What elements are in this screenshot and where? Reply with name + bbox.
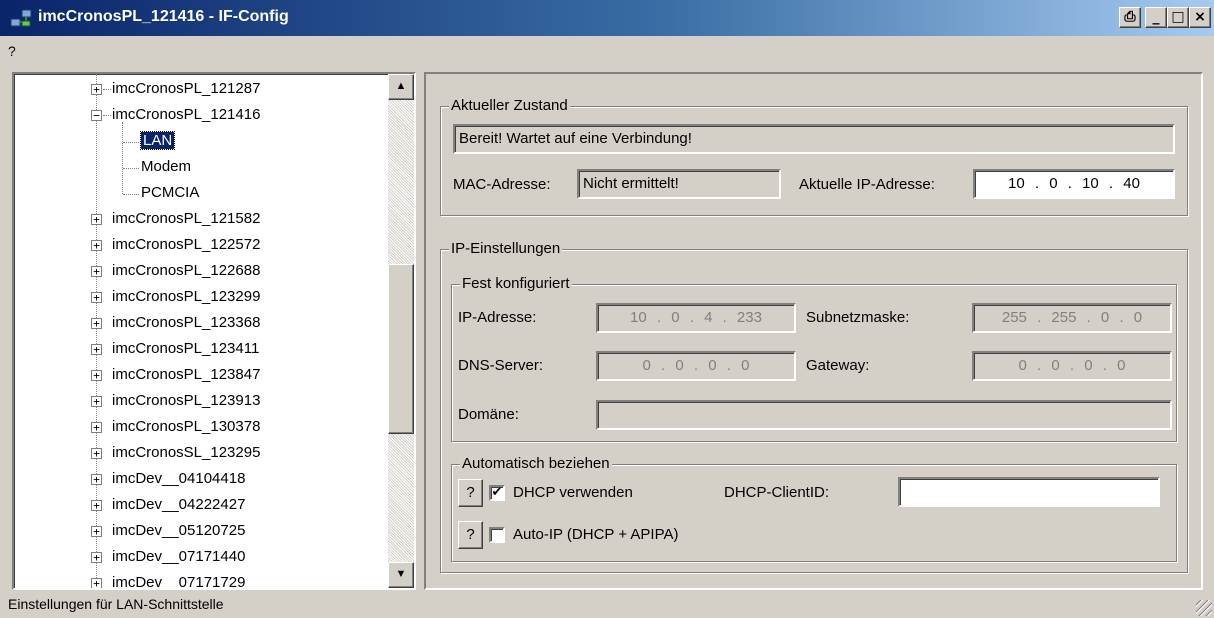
connection-status-field: Bereit! Wartet auf eine Verbindung!	[453, 124, 1175, 154]
ip-settings-legend: IP-Einstellungen	[449, 240, 563, 258]
tree-node[interactable]: imcCronosPL_123411	[112, 339, 259, 361]
maximize-button[interactable]: □	[1167, 7, 1189, 28]
current-ip-field: 10 . 0 . 10 . 40	[973, 169, 1175, 199]
current-state-group: Aktueller Zustand Bereit! Wartet auf ein…	[440, 97, 1188, 216]
gateway-field[interactable]: 0 . 0 . 0 . 0	[972, 351, 1172, 381]
mac-address-field: Nicht ermittelt!	[577, 169, 781, 199]
menu-help[interactable]: ?	[8, 43, 16, 59]
auto-config-group: Automatisch beziehen ? ✔ DHCP verwenden …	[451, 455, 1177, 562]
auto-config-legend: Automatisch beziehen	[460, 455, 612, 473]
expand-icon[interactable]: +	[91, 344, 102, 355]
expand-icon[interactable]: +	[91, 422, 102, 433]
dhcp-help-button[interactable]: ?	[458, 479, 483, 507]
tree-node[interactable]: imcCronosSL_123295	[112, 443, 260, 465]
expand-icon[interactable]: +	[91, 266, 102, 277]
device-tree[interactable]: + imcCronosPL_121287 − imcCronosPL_12141…	[12, 72, 416, 590]
minimize-button[interactable]: _	[1145, 7, 1167, 28]
ip-address-label: IP-Adresse:	[458, 309, 537, 326]
tree-node[interactable]: imcDev__07171729	[112, 573, 245, 588]
gateway-label: Gateway:	[806, 357, 870, 374]
tree-node[interactable]: imcCronosPL_123299	[112, 287, 260, 309]
expand-icon[interactable]: +	[91, 552, 102, 563]
expand-icon[interactable]: +	[91, 578, 102, 588]
expand-icon[interactable]: +	[91, 214, 102, 225]
static-config-group: Fest konfiguriert IP-Adresse: 10 . 0 . 4…	[451, 275, 1177, 442]
tree-node-modem[interactable]: Modem	[141, 157, 191, 179]
subnet-mask-field[interactable]: 255 . 255 . 0 . 0	[972, 303, 1172, 333]
expand-icon[interactable]: +	[91, 396, 102, 407]
tree-node[interactable]: imcDev__04104418	[112, 469, 245, 491]
dns-server-field[interactable]: 0 . 0 . 0 . 0	[596, 351, 796, 381]
tree-node[interactable]: imcCronosPL_123847	[112, 365, 260, 387]
expand-icon[interactable]: +	[91, 526, 102, 537]
dhcp-clientid-input[interactable]	[898, 477, 1160, 507]
autoip-help-button[interactable]: ?	[458, 521, 483, 549]
status-bar: Einstellungen für LAN-Schnittstelle	[0, 594, 1214, 618]
expand-icon[interactable]: +	[91, 292, 102, 303]
expand-icon[interactable]: +	[91, 370, 102, 381]
resize-grip-icon[interactable]	[1196, 600, 1212, 616]
tree-node[interactable]: imcDev__04222427	[112, 495, 245, 517]
menu-bar: ?	[0, 42, 1214, 64]
autoip-label: Auto-IP (DHCP + APIPA)	[513, 526, 679, 543]
tree-scrollbar[interactable]: ▲ ▼	[388, 74, 414, 588]
expand-icon[interactable]: +	[91, 474, 102, 485]
collapse-icon[interactable]: −	[91, 110, 102, 121]
autoip-checkbox[interactable]	[489, 527, 505, 543]
scroll-up-button[interactable]: ▲	[388, 74, 414, 100]
tree-node[interactable]: imcCronosPL_123913	[112, 391, 260, 413]
domain-field[interactable]	[596, 400, 1172, 430]
scroll-thumb[interactable]	[388, 264, 414, 434]
dns-label: DNS-Server:	[458, 357, 544, 374]
expand-icon[interactable]: +	[91, 448, 102, 459]
expand-icon[interactable]: +	[91, 84, 102, 95]
scroll-down-button[interactable]: ▼	[388, 562, 414, 588]
tree-node[interactable]: imcDev__07171440	[112, 547, 245, 569]
dhcp-checkbox[interactable]: ✔	[489, 485, 505, 501]
tree-node-pcmcia[interactable]: PCMCIA	[141, 183, 199, 205]
tree-node[interactable]: imcDev__05120725	[112, 521, 245, 543]
tree-line	[122, 122, 123, 194]
current-state-legend: Aktueller Zustand	[449, 97, 570, 115]
subnet-label: Subnetzmaske:	[806, 309, 910, 326]
tree-node[interactable]: imcCronosPL_123368	[112, 313, 260, 335]
current-ip-label: Aktuelle IP-Adresse:	[799, 176, 935, 193]
expand-icon[interactable]: +	[91, 318, 102, 329]
network-app-icon	[10, 9, 32, 27]
expand-icon[interactable]: +	[91, 240, 102, 251]
window-title: imcCronosPL_121416 - IF-Config	[38, 8, 289, 25]
tree-node[interactable]: imcCronosPL_121582	[112, 209, 260, 231]
close-button[interactable]: ×	[1189, 7, 1211, 28]
domain-label: Domäne:	[458, 406, 519, 423]
mac-label: MAC-Adresse:	[453, 176, 551, 193]
tree-node[interactable]: imcCronosPL_122688	[112, 261, 260, 283]
tree-node[interactable]: imcCronosPL_121287	[112, 79, 260, 101]
dhcp-clientid-label: DHCP-ClientID:	[724, 484, 830, 501]
print-button[interactable]: ⎙	[1119, 7, 1141, 28]
settings-panel: Aktueller Zustand Bereit! Wartet auf ein…	[424, 72, 1203, 590]
tree-node[interactable]: imcCronosPL_130378	[112, 417, 260, 439]
tree-node-lan[interactable]: LAN	[139, 131, 176, 153]
tree-node[interactable]: imcCronosPL_122572	[112, 235, 260, 257]
expand-icon[interactable]: +	[91, 500, 102, 511]
ip-settings-group: IP-Einstellungen Fest konfiguriert IP-Ad…	[440, 240, 1188, 573]
dhcp-label: DHCP verwenden	[513, 484, 633, 501]
ip-address-field[interactable]: 10 . 0 . 4 . 233	[596, 303, 796, 333]
title-bar[interactable]: imcCronosPL_121416 - IF-Config ⎙ _ □ ×	[0, 0, 1214, 36]
tree-node-selected-device[interactable]: imcCronosPL_121416	[112, 105, 260, 127]
static-config-legend: Fest konfiguriert	[460, 275, 572, 293]
status-text: Einstellungen für LAN-Schnittstelle	[8, 596, 224, 612]
